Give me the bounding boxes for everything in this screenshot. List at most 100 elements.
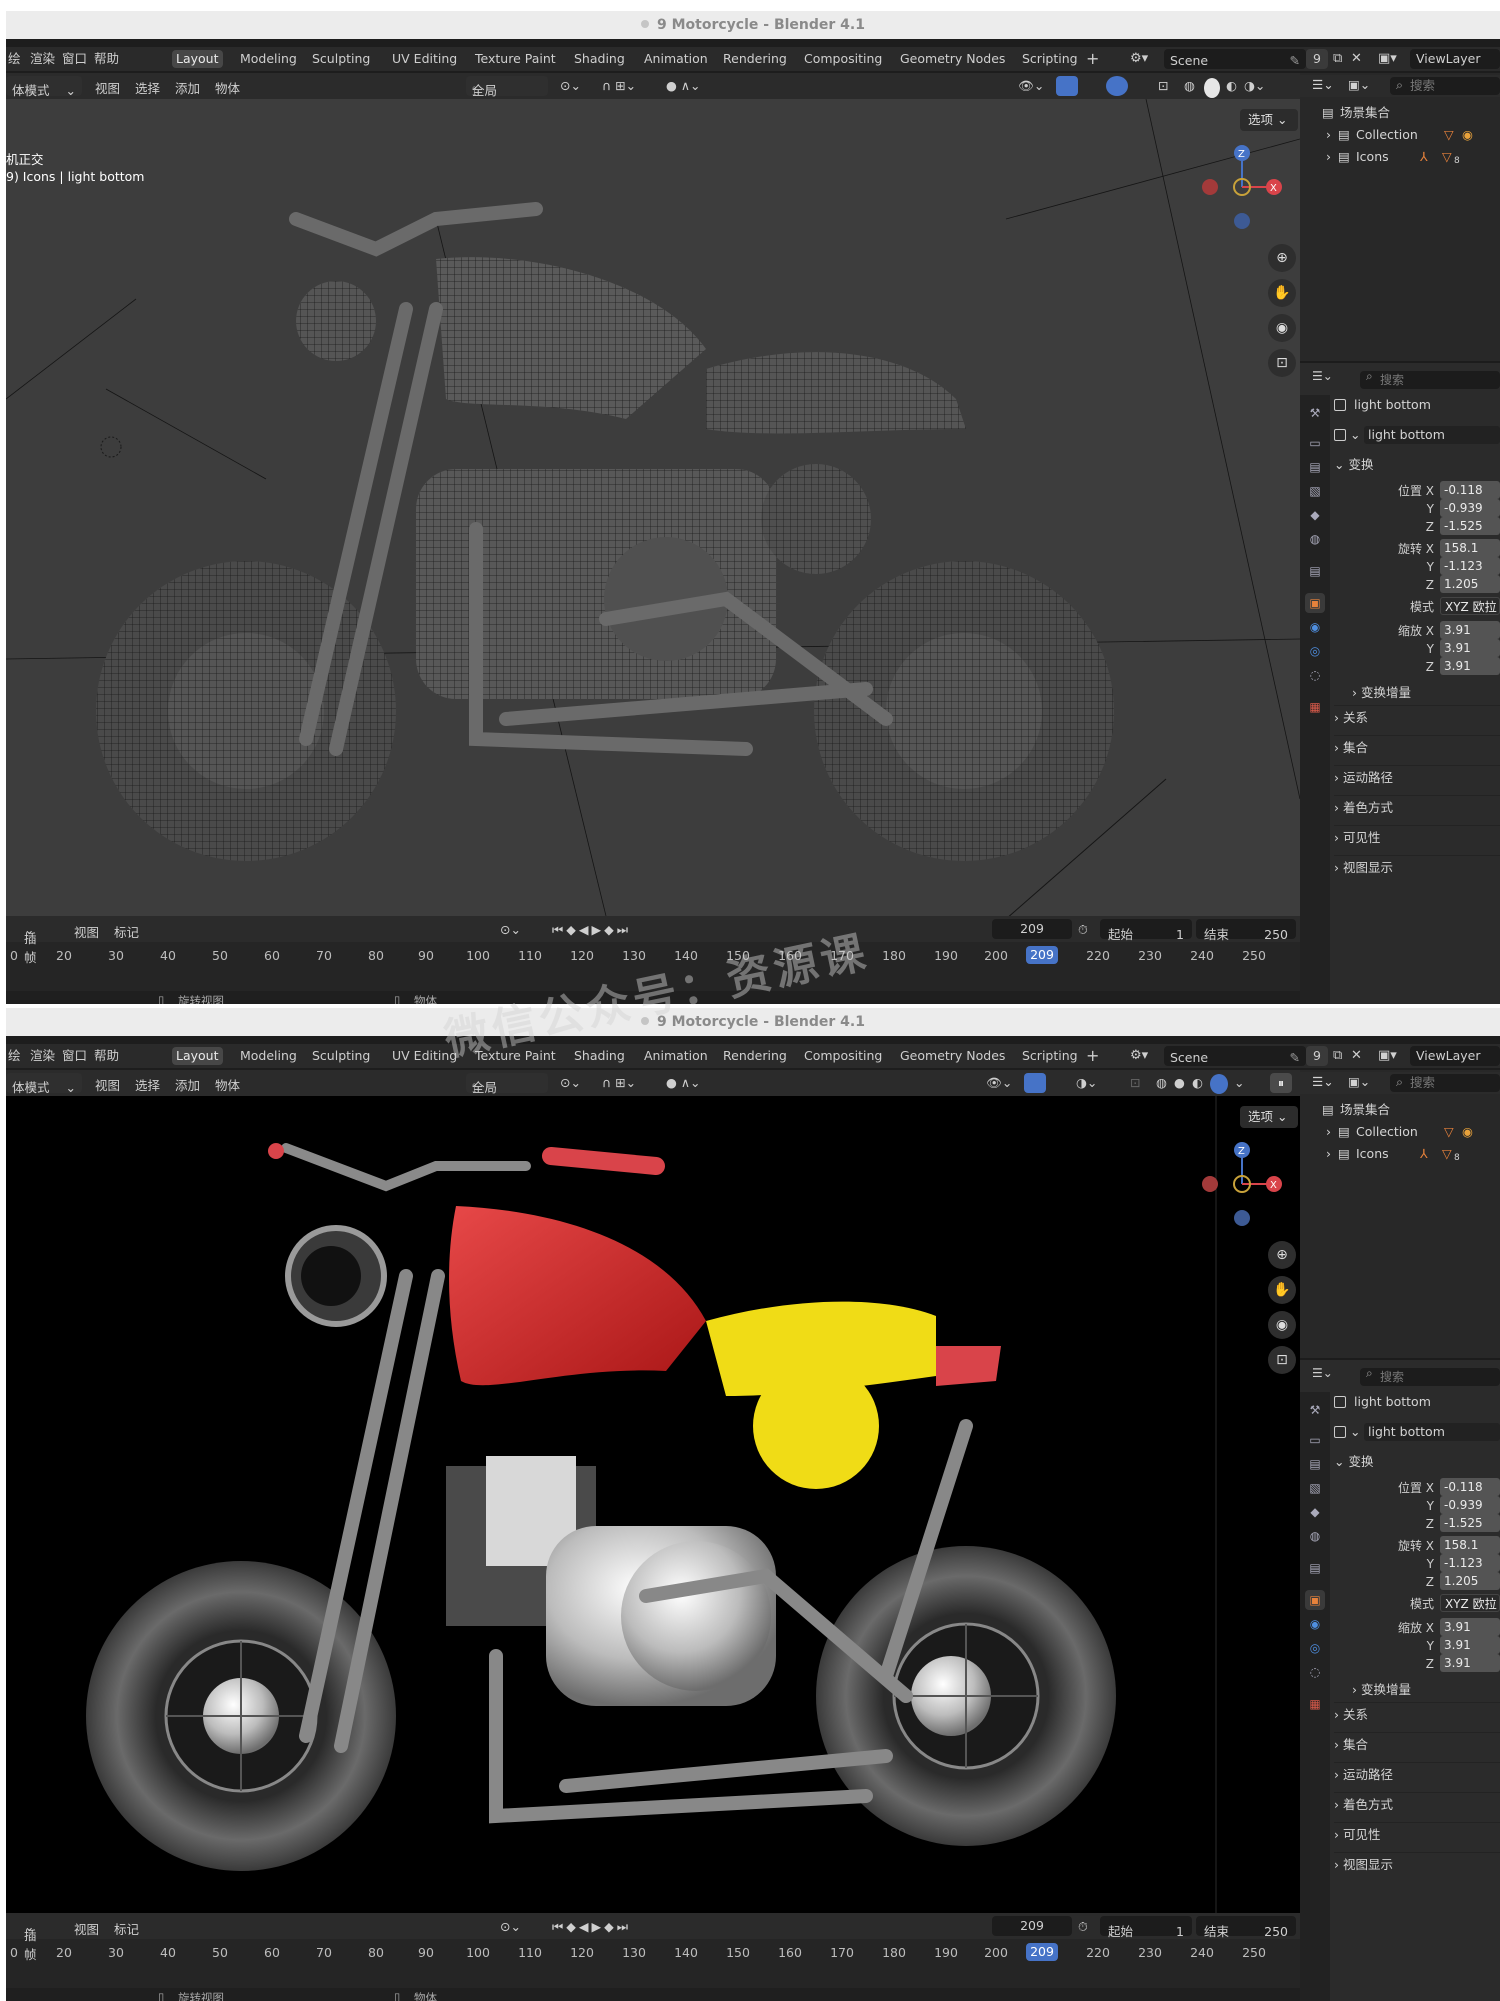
transform-panel-header[interactable]: ⌄ 变换	[1334, 1452, 1500, 1472]
world-tab-icon[interactable]: ◍	[1305, 1526, 1325, 1546]
shading-material-icon[interactable]: ◐	[1192, 1075, 1203, 1090]
tab-animation[interactable]: Animation	[640, 50, 712, 68]
rotation-y-field[interactable]: -1.123	[1440, 557, 1500, 575]
display-mode-icon[interactable]: ▣⌄	[1348, 1072, 1370, 1092]
proportional-icon[interactable]: ● ∧⌄	[666, 1075, 701, 1090]
add-workspace-button[interactable]: +	[1086, 50, 1099, 68]
playback-controls[interactable]: ⏮◆◀▶◆⏭	[552, 1919, 631, 1935]
tool-tab-icon[interactable]: ⚒	[1305, 403, 1325, 423]
overlay-icon[interactable]: ◑⌄	[1076, 1075, 1097, 1090]
menu-add[interactable]: 添加	[175, 78, 200, 97]
world-tab-icon[interactable]: ◍	[1305, 529, 1325, 549]
output-tab-icon[interactable]: ▤	[1305, 457, 1325, 477]
collection-tab-icon[interactable]: ▤	[1305, 1558, 1325, 1578]
record-icon[interactable]: ⊙⌄	[500, 922, 521, 937]
panel-motion-paths[interactable]: › 运动路径	[1334, 765, 1500, 789]
view-layer-icon[interactable]: ▣▾	[1378, 50, 1397, 68]
view-layer-field[interactable]: ViewLayer	[1410, 49, 1500, 69]
visibility-icon[interactable]: 👁⌄	[986, 1075, 1012, 1091]
gizmo-toggle[interactable]	[1024, 1073, 1046, 1093]
add-workspace-button[interactable]: +	[1086, 1047, 1099, 1065]
menu-help[interactable]: 帮助	[94, 1047, 119, 1065]
expand-icon[interactable]: ›	[1326, 1122, 1331, 1142]
menu-object[interactable]: 物体	[215, 78, 240, 97]
scale-y-field[interactable]: 3.91	[1440, 639, 1500, 657]
pin-icon[interactable]: ✎	[1290, 1049, 1300, 1067]
camera-icon[interactable]: ◉	[1268, 314, 1296, 342]
modifier-tab-icon[interactable]: ◉	[1305, 1614, 1325, 1634]
rotation-z-field[interactable]: 1.205	[1440, 575, 1500, 593]
zoom-icon[interactable]: ⊕	[1268, 244, 1296, 272]
outliner-item-icons[interactable]: › ▤ Icons ⅄ ▽ 8	[1300, 147, 1500, 167]
scale-y-field[interactable]: 3.91	[1440, 1636, 1500, 1654]
tab-sculpting[interactable]: Sculpting	[308, 50, 374, 68]
panel-shading[interactable]: › 着色方式	[1334, 795, 1500, 819]
copy-icon[interactable]: ⧉	[1333, 1047, 1342, 1065]
physics-tab-icon[interactable]: ◎	[1305, 1638, 1325, 1658]
light-tab-icon[interactable]: ◌	[1305, 1662, 1325, 1682]
camera-icon[interactable]: ◉	[1268, 1311, 1296, 1339]
panel-viewport-display[interactable]: › 视图显示	[1334, 1852, 1500, 1876]
properties-search-input[interactable]: 搜索	[1360, 371, 1500, 389]
location-x-field[interactable]: -0.118	[1440, 481, 1500, 499]
tab-geometry-nodes[interactable]: Geometry Nodes	[896, 1047, 1009, 1065]
copy-icon[interactable]: ⧉	[1333, 50, 1342, 68]
menu-window[interactable]: 窗口	[62, 1047, 87, 1065]
scene-tab-icon[interactable]: ◆	[1305, 505, 1325, 525]
tab-layout[interactable]: Layout	[172, 1047, 223, 1065]
tab-shading[interactable]: Shading	[570, 1047, 629, 1065]
expand-icon[interactable]: ›	[1326, 1144, 1331, 1164]
playhead-frame[interactable]: 209	[1026, 1943, 1058, 1961]
location-x-field[interactable]: -0.118	[1440, 1478, 1500, 1496]
location-z-field[interactable]: -1.525	[1440, 1514, 1500, 1532]
stopwatch-icon[interactable]: ⏱	[1078, 1919, 1088, 1935]
menu-render[interactable]: 渲染	[30, 1047, 55, 1065]
current-frame-field[interactable]: 209	[992, 919, 1072, 939]
chevron-down-icon[interactable]: ⌄	[1234, 1075, 1244, 1090]
current-frame-field[interactable]: 209	[992, 1916, 1072, 1936]
data-name-row[interactable]: ⌄ light bottom	[1334, 425, 1500, 445]
tab-uv-editing[interactable]: UV Editing	[388, 50, 461, 68]
lock-icon[interactable]: ⊡	[1268, 1346, 1296, 1374]
modifier-tab-icon[interactable]: ◉	[1305, 617, 1325, 637]
outliner-search-input[interactable]: 搜索	[1390, 77, 1500, 95]
mode-select[interactable]: 体模式 ⌄	[6, 76, 82, 98]
pause-render-button[interactable]: ⏸	[1270, 1073, 1292, 1093]
snap-icon[interactable]: ∩ ⊞⌄	[602, 78, 636, 93]
delta-transform-header[interactable]: › 变换增量	[1352, 1680, 1500, 1700]
location-y-field[interactable]: -0.939	[1440, 499, 1500, 517]
display-mode-icon[interactable]: ▣⌄	[1348, 75, 1370, 95]
pivot-icon[interactable]: ⊙⌄	[560, 1075, 581, 1090]
rotation-z-field[interactable]: 1.205	[1440, 1572, 1500, 1590]
menu-select[interactable]: 选择	[135, 78, 160, 97]
menu-view[interactable]: 视图	[95, 1075, 120, 1094]
tab-scripting[interactable]: Scripting	[1018, 50, 1082, 68]
tab-geometry-nodes[interactable]: Geometry Nodes	[896, 50, 1009, 68]
shading-rendered-button[interactable]	[1210, 1074, 1228, 1094]
physics-tab-icon[interactable]: ◎	[1305, 641, 1325, 661]
gizmo-toggle[interactable]	[1056, 76, 1078, 96]
view-layer-tab-icon[interactable]: ▧	[1305, 1478, 1325, 1498]
shading-solid-button[interactable]	[1204, 78, 1220, 98]
end-frame-field[interactable]: 结束 250	[1196, 919, 1296, 942]
scene-icon[interactable]: ⚙▾	[1130, 1047, 1148, 1065]
rotation-mode-select[interactable]: XYZ 欧拉	[1440, 1594, 1500, 1612]
tab-rendering[interactable]: Rendering	[719, 50, 791, 68]
menu-render-cut[interactable]: 绘	[8, 50, 22, 68]
panel-collections[interactable]: › 集合	[1334, 1732, 1500, 1756]
data-name-row[interactable]: ⌄ light bottom	[1334, 1422, 1500, 1442]
panel-relations[interactable]: › 关系	[1334, 705, 1500, 729]
lock-icon[interactable]: ⊡	[1268, 349, 1296, 377]
menu-help[interactable]: 帮助	[94, 50, 119, 68]
rotation-y-field[interactable]: -1.123	[1440, 1554, 1500, 1572]
menu-render[interactable]: 渲染	[30, 50, 55, 68]
outliner-scene-collection[interactable]: ▤ 场景集合	[1300, 103, 1500, 123]
pivot-icon[interactable]: ⊙⌄	[560, 78, 581, 93]
outliner-item-collection[interactable]: › ▤ Collection ▽ ◉	[1300, 1122, 1500, 1142]
rotation-x-field[interactable]: 158.1	[1440, 1536, 1500, 1554]
rotation-mode-select[interactable]: XYZ 欧拉	[1440, 597, 1500, 615]
tab-modeling[interactable]: Modeling	[236, 50, 301, 68]
view-layer-tab-icon[interactable]: ▧	[1305, 481, 1325, 501]
scale-x-field[interactable]: 3.91	[1440, 621, 1500, 639]
orientation-select[interactable]: ⟟ 全局	[466, 76, 548, 98]
